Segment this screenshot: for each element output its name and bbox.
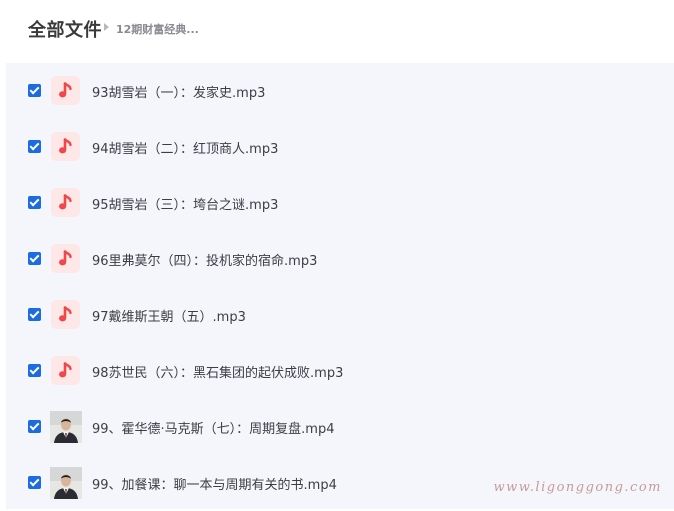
file-checkbox[interactable] [28,420,41,433]
file-name[interactable]: 96里弗莫尔（四）：投机家的宿命.mp3 [92,250,317,269]
video-thumbnail [50,411,82,443]
file-name[interactable]: 98苏世民（六）：黑石集团的起伏成败.mp3 [92,362,343,381]
file-row[interactable]: 95胡雪岩（三）：垮台之谜.mp3 [6,175,674,231]
music-note-icon [51,76,80,105]
file-name[interactable]: 97戴维斯王朝（五）.mp3 [92,306,246,325]
music-note-icon [51,188,80,217]
file-row[interactable]: 94胡雪岩（二）：红顶商人.mp3 [6,119,674,175]
file-checkbox[interactable] [28,140,41,153]
breadcrumb-separator-icon [104,23,109,31]
file-checkbox[interactable] [28,84,41,97]
page-title[interactable]: 全部文件 [28,16,102,42]
breadcrumb-current-folder[interactable]: 12期财富经典... [116,21,199,37]
file-list: 93胡雪岩（一）：发家史.mp3 94胡雪岩（二）：红顶商人.mp3 95胡雪岩（三… [6,63,674,509]
file-checkbox[interactable] [28,476,41,489]
file-checkbox[interactable] [28,196,41,209]
header-bar: 全部文件 12期财富经典... [0,0,674,60]
file-name[interactable]: 93胡雪岩（一）：发家史.mp3 [92,82,265,101]
file-checkbox[interactable] [28,364,41,377]
file-row[interactable]: 99、霍华德·马克斯（七）：周期复盘.mp4 [6,399,674,455]
file-row[interactable]: 97戴维斯王朝（五）.mp3 [6,287,674,343]
video-thumbnail [50,467,82,499]
music-note-icon [51,132,80,161]
file-name[interactable]: 95胡雪岩（三）：垮台之谜.mp3 [92,194,278,213]
file-name[interactable]: 99、加餐课：聊一本与周期有关的书.mp4 [92,474,337,493]
file-row[interactable]: 96里弗莫尔（四）：投机家的宿命.mp3 [6,231,674,287]
file-checkbox[interactable] [28,252,41,265]
watermark: www.ligonggong.com [493,480,662,495]
file-row[interactable]: 98苏世民（六）：黑石集团的起伏成败.mp3 [6,343,674,399]
file-row[interactable]: 93胡雪岩（一）：发家史.mp3 [6,63,674,119]
music-note-icon [51,300,80,329]
music-note-icon [51,356,80,385]
file-name[interactable]: 99、霍华德·马克斯（七）：周期复盘.mp4 [92,418,335,437]
file-name[interactable]: 94胡雪岩（二）：红顶商人.mp3 [92,138,278,157]
music-note-icon [51,244,80,273]
file-checkbox[interactable] [28,308,41,321]
